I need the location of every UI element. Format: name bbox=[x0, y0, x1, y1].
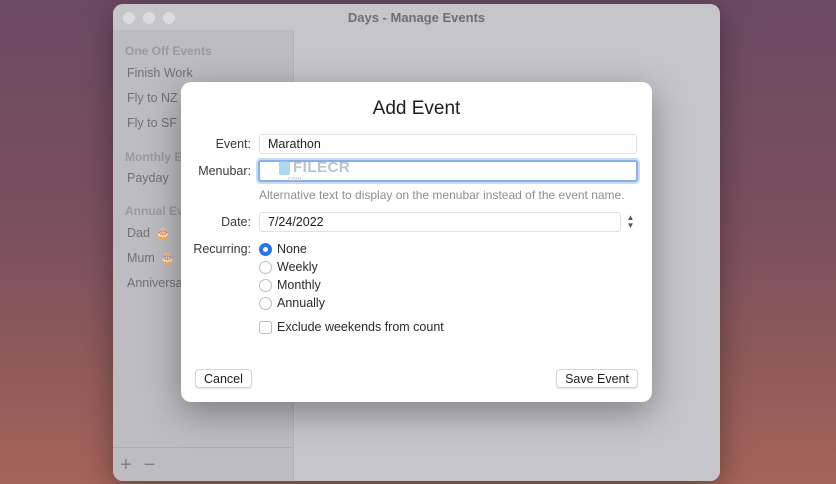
radio-button[interactable] bbox=[259, 296, 272, 310]
add-event-button[interactable]: + bbox=[120, 455, 132, 475]
sidebar-item-fly-to-sf[interactable]: Fly to SF bbox=[127, 116, 177, 130]
event-label: Event: bbox=[215, 137, 251, 151]
sidebar-item-label: Mum bbox=[127, 251, 155, 265]
sidebar-item-anniversary[interactable]: Anniversa bbox=[127, 276, 183, 290]
cake-icon: 🎂 bbox=[155, 227, 170, 240]
section-header-annual: Annual Ev bbox=[125, 204, 184, 218]
date-field[interactable]: 7/24/2022 bbox=[259, 212, 621, 232]
cancel-button[interactable]: Cancel bbox=[195, 369, 252, 388]
window-controls bbox=[123, 12, 175, 24]
menubar-hint: Alternative text to display on the menub… bbox=[259, 188, 625, 202]
radio-label: Weekly bbox=[277, 260, 318, 274]
filecr-logo-icon bbox=[279, 160, 290, 175]
recurring-option-none[interactable]: None bbox=[259, 242, 307, 256]
radio-button[interactable] bbox=[259, 242, 272, 256]
radio-label: Monthly bbox=[277, 278, 321, 292]
recurring-option-monthly[interactable]: Monthly bbox=[259, 278, 321, 292]
exclude-weekends-checkbox[interactable] bbox=[259, 320, 272, 334]
window-title: Days - Manage Events bbox=[347, 9, 486, 25]
recurring-label: Recurring: bbox=[193, 242, 251, 256]
sidebar-item-label: Fly to NZ bbox=[127, 91, 178, 105]
sidebar-footer: + − bbox=[113, 447, 294, 481]
dialog-title: Add Event bbox=[372, 98, 461, 119]
sidebar-item-label: Fly to SF bbox=[127, 116, 178, 130]
sidebar-item-label: Anniversa bbox=[127, 276, 183, 290]
date-label: Date: bbox=[221, 215, 251, 229]
recurring-option-annually[interactable]: Annually bbox=[259, 296, 325, 310]
sidebar-item-finish-work[interactable]: Finish Work bbox=[127, 66, 193, 80]
menubar-label: Menubar: bbox=[198, 164, 251, 178]
recurring-option-weekly[interactable]: Weekly bbox=[259, 260, 318, 274]
watermark-subtext: .com bbox=[286, 176, 302, 183]
event-name-input[interactable]: Marathon bbox=[259, 134, 637, 154]
radio-button[interactable] bbox=[259, 260, 272, 274]
filecr-watermark: FILECR bbox=[279, 159, 350, 176]
zoom-window-button[interactable] bbox=[163, 12, 175, 24]
chevron-down-icon[interactable]: ▼ bbox=[627, 222, 635, 230]
sidebar-item-payday[interactable]: Payday bbox=[127, 171, 169, 185]
cake-icon: 🎂 bbox=[160, 252, 175, 265]
radio-label: None bbox=[277, 242, 307, 256]
sidebar-item-mum[interactable]: Mum 🎂 bbox=[127, 251, 174, 265]
add-event-dialog: Add Event Event: Marathon Menubar: FILEC… bbox=[181, 82, 652, 402]
close-window-button[interactable] bbox=[123, 12, 135, 24]
sidebar-item-dad[interactable]: Dad 🎂 bbox=[127, 226, 170, 240]
sidebar-item-label: Dad bbox=[127, 226, 150, 240]
section-header-one-off: One Off Events bbox=[125, 44, 212, 58]
sidebar-item-fly-to-nz[interactable]: Fly to NZ bbox=[127, 91, 178, 105]
minimize-window-button[interactable] bbox=[143, 12, 155, 24]
sidebar-item-label: Finish Work bbox=[127, 66, 193, 80]
exclude-weekends-label: Exclude weekends from count bbox=[277, 320, 444, 334]
date-stepper[interactable]: ▲ ▼ bbox=[624, 212, 637, 232]
sidebar-item-label: Payday bbox=[127, 171, 169, 185]
save-event-button[interactable]: Save Event bbox=[556, 369, 638, 388]
title-bar[interactable]: Days - Manage Events bbox=[113, 4, 720, 30]
remove-event-button[interactable]: − bbox=[144, 455, 156, 475]
radio-button[interactable] bbox=[259, 278, 272, 292]
watermark-text: FILECR bbox=[293, 159, 351, 176]
section-header-monthly: Monthly E bbox=[125, 150, 183, 164]
exclude-weekends-option[interactable]: Exclude weekends from count bbox=[259, 320, 444, 334]
radio-label: Annually bbox=[277, 296, 325, 310]
